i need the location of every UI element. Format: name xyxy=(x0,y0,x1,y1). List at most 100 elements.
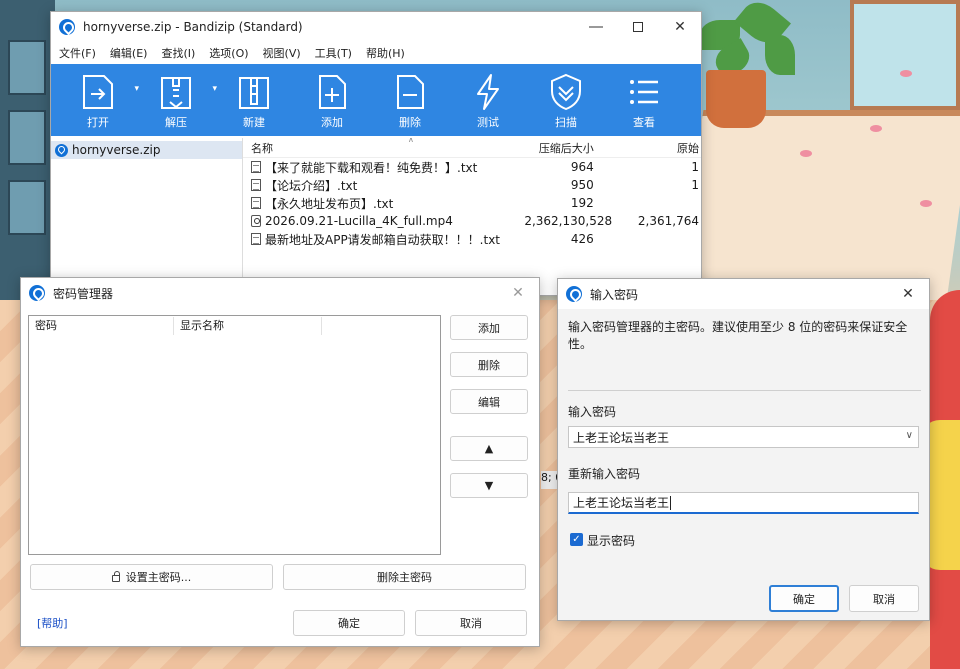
text-caret xyxy=(670,495,672,510)
tree-item-archive-root[interactable]: hornyverse.zip xyxy=(51,141,242,159)
show-password-checkbox[interactable]: ✓ xyxy=(570,533,583,546)
open-icon xyxy=(83,75,113,109)
delete-master-password-button[interactable]: 删除主密码 xyxy=(283,564,526,590)
bandizip-main-window: hornyverse.zip - Bandizip (Standard) ― ✕… xyxy=(50,11,702,296)
tree-item-label: hornyverse.zip xyxy=(72,143,161,157)
file-packed-size: 2,362,130,528 xyxy=(524,214,613,228)
show-password-label[interactable]: 显示密码 xyxy=(587,532,635,549)
menu-tools[interactable]: 工具(T) xyxy=(315,45,352,61)
new-archive-icon xyxy=(239,77,269,109)
enter-password-description: 输入密码管理器的主密码。建议使用至少 8 位的密码来保证安全性。 xyxy=(568,320,908,351)
toolbar-test-button[interactable]: 测试 xyxy=(449,64,527,136)
file-list-header: 名称 ∧ 压缩后大小 原始 xyxy=(243,138,701,158)
toolbar-new-label: 新建 xyxy=(243,116,265,129)
lightning-icon xyxy=(477,74,499,110)
password-manager-ok-button[interactable]: 确定 xyxy=(293,610,405,636)
menu-help[interactable]: 帮助(H) xyxy=(366,45,405,61)
column-header-packed-size[interactable]: 压缩后大小 xyxy=(526,140,594,156)
maximize-button[interactable] xyxy=(617,12,659,42)
file-original-size: 1 xyxy=(691,160,699,174)
password-manager-title: 密码管理器 xyxy=(53,286,114,301)
move-down-button[interactable]: ▼ xyxy=(450,473,528,498)
add-password-button[interactable]: 添加 xyxy=(450,315,528,340)
toolbar-open-button[interactable]: 打开 ▾ xyxy=(59,64,139,136)
menu-edit[interactable]: 编辑(E) xyxy=(110,45,148,61)
file-name: 最新地址及APP请发邮箱自动获取！！！.txt xyxy=(265,232,501,247)
file-original-size: 2,361,764 xyxy=(637,214,699,228)
menu-file[interactable]: 文件(F) xyxy=(59,45,96,61)
minimize-icon: ― xyxy=(589,19,603,35)
file-original-size: 1 xyxy=(691,178,699,192)
toolbar-delete-button[interactable]: 删除 xyxy=(371,64,449,136)
password-input[interactable]: 上老王论坛当老王 ∨ xyxy=(568,426,919,448)
chevron-down-icon[interactable]: ∨ xyxy=(906,430,913,441)
column-header-original-size[interactable]: 原始 xyxy=(594,140,701,156)
close-icon: ✕ xyxy=(902,286,914,302)
wallpaper-table xyxy=(676,110,960,300)
main-title-bar[interactable]: hornyverse.zip - Bandizip (Standard) ― ✕ xyxy=(51,12,701,42)
enter-password-close-button[interactable]: ✕ xyxy=(887,279,929,309)
petal xyxy=(800,150,812,157)
column-header-display-name[interactable]: 显示名称 xyxy=(174,317,322,335)
repeat-password-field-label: 重新输入密码 xyxy=(568,467,641,481)
menu-find[interactable]: 查找(I) xyxy=(161,45,195,61)
toolbar-add-button[interactable]: 添加 xyxy=(293,64,371,136)
video-file-icon xyxy=(251,215,261,227)
password-list-header: 密码 显示名称 xyxy=(29,316,440,336)
column-header-password[interactable]: 密码 xyxy=(29,317,174,335)
toolbar-view-button[interactable]: 查看 xyxy=(605,64,683,136)
file-packed-size: 192 xyxy=(570,196,594,210)
password-field-label: 输入密码 xyxy=(568,405,617,419)
file-packed-size: 950 xyxy=(570,178,594,192)
toolbar-open-label: 打开 xyxy=(87,116,109,129)
lock-icon xyxy=(111,570,120,582)
add-file-icon xyxy=(319,75,346,109)
text-file-icon xyxy=(251,197,261,209)
menu-options[interactable]: 选项(O) xyxy=(209,45,248,61)
wallpaper-window xyxy=(8,110,46,165)
toolbar-delete-label: 删除 xyxy=(399,116,421,129)
password-manager-title-bar[interactable]: 密码管理器 ✕ xyxy=(21,278,539,308)
extract-icon xyxy=(161,77,191,109)
column-header-name[interactable]: 名称 xyxy=(243,140,526,156)
password-manager-close-button[interactable]: ✕ xyxy=(497,278,539,308)
password-manager-cancel-button[interactable]: 取消 xyxy=(415,610,527,636)
file-row[interactable]: 【来了就能下载和观看！纯免费！】.txt 964 1 xyxy=(243,158,701,176)
file-row[interactable]: 【永久地址发布页】.txt 192 xyxy=(243,194,701,212)
file-row[interactable]: 最新地址及APP请发邮箱自动获取！！！.txt 426 xyxy=(243,230,701,248)
delete-password-button[interactable]: 删除 xyxy=(450,352,528,377)
toolbar-new-button[interactable]: 新建 xyxy=(215,64,293,136)
edit-password-button[interactable]: 编辑 xyxy=(450,389,528,414)
file-row[interactable]: 2026.09.21-Lucilla_4K_full.mp4 2,362,130… xyxy=(243,212,701,230)
set-master-password-button[interactable]: 设置主密码... xyxy=(30,564,273,590)
main-content: hornyverse.zip 名称 ∧ 压缩后大小 原始 【来了就能下载和观看！… xyxy=(51,138,701,295)
help-link[interactable]: [帮助] xyxy=(37,615,68,631)
enter-password-title-bar[interactable]: 输入密码 ✕ xyxy=(558,279,929,309)
toolbar-view-label: 查看 xyxy=(633,116,655,129)
text-file-icon xyxy=(251,161,261,173)
toolbar-test-label: 测试 xyxy=(477,116,499,129)
move-up-button[interactable]: ▲ xyxy=(450,436,528,461)
toolbar-extract-button[interactable]: 解压 ▾ xyxy=(137,64,217,136)
close-button[interactable]: ✕ xyxy=(659,12,701,42)
password-list[interactable]: 密码 显示名称 xyxy=(28,315,441,555)
enter-password-title: 输入密码 xyxy=(590,287,639,302)
checkmark-icon: ✓ xyxy=(572,534,581,545)
toolbar-add-label: 添加 xyxy=(321,116,343,129)
file-row[interactable]: 【论坛介绍】.txt 950 1 xyxy=(243,176,701,194)
bandizip-app-icon xyxy=(566,286,582,302)
enter-password-dialog: 输入密码 ✕ 输入密码管理器的主密码。建议使用至少 8 位的密码来保证安全性。 … xyxy=(557,278,930,621)
toolbar: 打开 ▾ 解压 ▾ 新建 添加 删除 测试 扫描 查看 xyxy=(51,64,701,136)
repeat-password-input[interactable]: 上老王论坛当老王 xyxy=(568,492,919,514)
file-packed-size: 426 xyxy=(570,232,594,246)
minimize-button[interactable]: ― xyxy=(575,12,617,42)
maximize-icon xyxy=(633,22,643,32)
toolbar-scan-button[interactable]: 扫描 xyxy=(527,64,605,136)
enter-password-cancel-button[interactable]: 取消 xyxy=(849,585,919,612)
enter-password-ok-button[interactable]: 确定 xyxy=(769,585,839,612)
bandizip-app-icon xyxy=(29,285,45,301)
main-window-title: hornyverse.zip - Bandizip (Standard) xyxy=(83,20,303,34)
bandizip-app-icon xyxy=(59,19,75,35)
menu-view[interactable]: 视图(V) xyxy=(263,45,301,61)
sort-ascending-icon: ∧ xyxy=(408,138,414,144)
